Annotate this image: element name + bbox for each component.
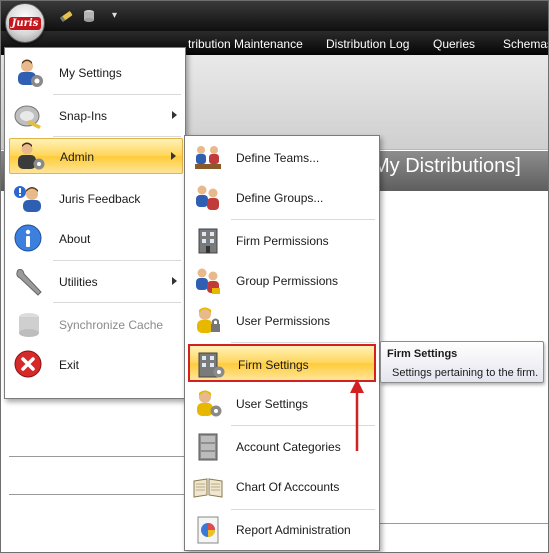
tooltip-title: Firm Settings xyxy=(387,348,458,360)
feedback-icon xyxy=(14,186,41,212)
exit-icon xyxy=(14,350,42,378)
menu-item-my-settings[interactable]: My Settings xyxy=(9,55,183,91)
book-icon xyxy=(193,478,223,498)
teams-icon xyxy=(195,146,221,169)
database-icon[interactable] xyxy=(82,9,96,23)
menu-item-label: Exit xyxy=(59,358,80,372)
submenu-item-label: Define Teams... xyxy=(236,151,320,165)
user-settings-icon xyxy=(197,390,222,417)
submenu-item-label: User Settings xyxy=(236,397,309,411)
menu-distribution-log[interactable]: Distribution Log xyxy=(326,37,409,51)
menu-item-utilities[interactable]: Utilities xyxy=(9,264,183,300)
separator xyxy=(231,509,375,510)
menu-schemas[interactable]: Schemas xyxy=(503,37,548,51)
menu-item-synchronize-cache[interactable]: Synchronize Cache xyxy=(9,307,183,343)
submenu-item-group-permissions[interactable]: Group Permissions xyxy=(188,262,376,300)
report-icon xyxy=(197,516,219,544)
submenu-item-label: Firm Permissions xyxy=(236,234,329,248)
submenu-item-chart-of-accounts[interactable]: Chart Of Acccounts xyxy=(188,468,376,506)
submenu-item-define-groups[interactable]: Define Groups... xyxy=(188,179,376,217)
separator xyxy=(53,136,181,137)
application-menu: My Settings Snap-Ins Admin Juris Feedbac… xyxy=(4,47,186,399)
submenu-item-label: User Permissions xyxy=(236,314,331,328)
tooltip-text: Settings pertaining to the firm. xyxy=(392,367,539,379)
menu-item-label: Snap-Ins xyxy=(59,109,108,123)
annotation-arrow-icon xyxy=(350,379,364,451)
building-icon xyxy=(198,228,218,254)
cabinet-icon xyxy=(198,433,218,461)
admin-icon xyxy=(18,142,45,170)
wrench-icon xyxy=(16,269,42,296)
admin-submenu: Define Teams... Define Groups... Firm Pe… xyxy=(184,135,380,551)
menu-item-label: My Settings xyxy=(59,66,122,80)
menu-queries[interactable]: Queries xyxy=(433,37,475,51)
separator xyxy=(53,302,181,303)
separator xyxy=(231,342,375,343)
menu-item-label: Utilities xyxy=(59,275,98,289)
menu-item-snap-ins[interactable]: Snap-Ins xyxy=(9,98,183,134)
divider xyxy=(379,523,548,524)
submenu-arrow-icon xyxy=(171,152,176,160)
menu-distribution-maintenance[interactable]: tribution Maintenance xyxy=(188,37,303,51)
submenu-item-label: Firm Settings xyxy=(238,358,309,372)
menu-item-label: Juris Feedback xyxy=(59,192,141,206)
menu-item-juris-feedback[interactable]: Juris Feedback xyxy=(9,181,183,217)
menu-item-label: Synchronize Cache xyxy=(59,318,164,332)
separator xyxy=(53,260,181,261)
submenu-item-label: Group Permissions xyxy=(236,274,339,288)
submenu-item-define-teams[interactable]: Define Teams... xyxy=(188,139,376,177)
juris-logo: Juris xyxy=(9,17,41,30)
menu-item-label: About xyxy=(59,232,91,246)
user-lock-icon xyxy=(197,307,220,333)
submenu-item-report-administration[interactable]: Report Administration xyxy=(188,511,376,549)
application-orb-button[interactable]: Juris xyxy=(5,3,45,43)
divider xyxy=(9,456,184,457)
submenu-arrow-icon xyxy=(172,277,177,285)
snap-ins-icon xyxy=(14,105,41,129)
title-bar: ▾ xyxy=(1,1,548,31)
database-icon xyxy=(19,313,39,337)
submenu-item-label: Account Categories xyxy=(236,440,341,454)
document-title: My Distributions] xyxy=(373,155,521,177)
groups-icon xyxy=(196,185,219,210)
user-gear-icon xyxy=(18,59,43,87)
customize-toolbar-icon[interactable]: ▾ xyxy=(112,9,126,23)
building-settings-icon xyxy=(198,352,225,378)
submenu-item-firm-permissions[interactable]: Firm Permissions xyxy=(188,222,376,260)
firm-settings-tooltip: Firm Settings Settings pertaining to the… xyxy=(380,341,544,383)
separator xyxy=(53,94,181,95)
submenu-item-label: Report Administration xyxy=(236,523,351,537)
group-permissions-icon xyxy=(196,268,220,294)
submenu-item-label: Define Groups... xyxy=(236,191,324,205)
info-icon xyxy=(14,224,42,252)
submenu-arrow-icon xyxy=(172,111,177,119)
menu-item-about[interactable]: About xyxy=(9,221,183,257)
menu-item-label: Admin xyxy=(60,150,95,164)
separator xyxy=(231,219,375,220)
divider xyxy=(9,494,184,495)
submenu-item-label: Chart Of Acccounts xyxy=(236,480,340,494)
pencil-icon[interactable] xyxy=(59,9,73,23)
app-window: ▾ tribution Maintenance Distribution Log… xyxy=(0,0,549,553)
menu-item-exit[interactable]: Exit xyxy=(9,347,183,383)
submenu-item-user-permissions[interactable]: User Permissions xyxy=(188,302,376,340)
menu-item-admin[interactable]: Admin xyxy=(9,138,183,174)
